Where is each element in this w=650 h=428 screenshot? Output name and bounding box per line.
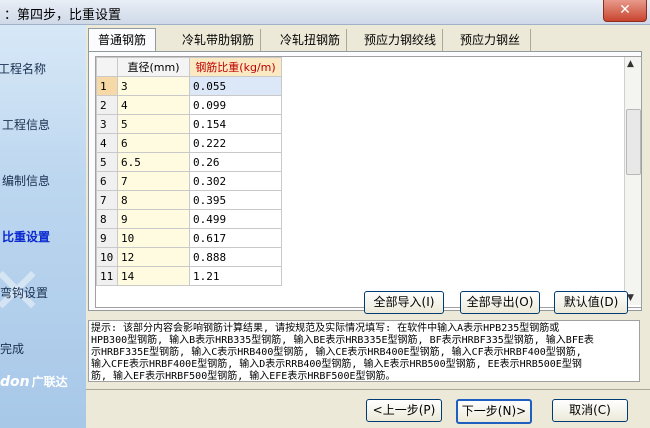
sidebar-item-weight-settings[interactable]: 比重设置 [2, 228, 50, 245]
table-row[interactable]: 10 12 0.888 [96, 247, 282, 267]
table-row[interactable]: 11 14 1.21 [96, 266, 282, 286]
table-row[interactable]: 3 5 0.154 [96, 114, 282, 134]
title-bar: ：第四步，比重设置 ✕ [0, 0, 650, 25]
weight-table: 直径(mm) 钢筋比重(kg/m) 1 3 0.055 2 4 0.099 3 5 0.15… [95, 56, 642, 308]
diameter-cell[interactable]: 10 [117, 228, 190, 248]
header-diameter: 直径(mm) [117, 57, 190, 77]
table-row[interactable]: 1 3 0.055 [96, 76, 282, 96]
diameter-cell[interactable]: 7 [117, 171, 190, 191]
tab-cold-rolled-twisted[interactable]: 冷轧扭钢筋 [274, 29, 347, 51]
diameter-cell[interactable]: 3 [117, 76, 190, 96]
corner-cell [96, 57, 118, 77]
weight-cell[interactable]: 0.302 [189, 171, 282, 191]
scroll-down-icon[interactable]: ▼ [627, 293, 634, 303]
weight-cell[interactable]: 0.617 [189, 228, 282, 248]
wizard-sidebar: ✕ 工程名称 工程信息 编制信息 比重设置 弯钩设置 完成 don 广联达 [0, 25, 86, 428]
tab-cold-rolled-ribbed[interactable]: 冷轧带肋钢筋 [176, 29, 261, 51]
tab-panel: 直径(mm) 钢筋比重(kg/m) 1 3 0.055 2 4 0.099 3 5 0.15… [88, 51, 642, 311]
import-all-button[interactable]: 全部导入(I) [364, 291, 444, 314]
weight-cell[interactable]: 0.055 [189, 76, 282, 96]
header-weight: 钢筋比重(kg/m) [189, 57, 282, 77]
table-row[interactable]: 2 4 0.099 [96, 95, 282, 115]
prev-step-button[interactable]: <上一步(P) [366, 399, 442, 422]
hint-line: 筋, 输入EF表示HRBF500型钢筋, 输入EFE表示HRBF500E型钢筋。 [91, 371, 396, 382]
close-button[interactable]: ✕ [603, 0, 647, 22]
sidebar-item-compile-info[interactable]: 编制信息 [2, 172, 50, 189]
default-button[interactable]: 默认值(D) [554, 291, 628, 314]
diameter-cell[interactable]: 6.5 [117, 152, 190, 172]
tab-prestressed-wire[interactable]: 预应力钢丝 [450, 29, 531, 51]
weight-cell[interactable]: 0.154 [189, 114, 282, 134]
cancel-button[interactable]: 取消(C) [552, 399, 628, 422]
hint-line: 输入CFE表示HRBF400E型钢筋, 输入D表示RRB400型钢筋, 输入E表… [91, 359, 582, 370]
table-row[interactable]: 6 7 0.302 [96, 171, 282, 191]
row-number: 1 [96, 76, 118, 96]
row-number: 4 [96, 133, 118, 153]
tab-ordinary-rebar[interactable]: 普通钢筋 [88, 28, 156, 53]
row-number: 9 [96, 228, 118, 248]
diameter-cell[interactable]: 9 [117, 209, 190, 229]
divider [86, 389, 650, 390]
tab-prestressed-strand[interactable]: 预应力钢绞线 [358, 29, 443, 51]
main-area: 普通钢筋 冷轧带肋钢筋 冷轧扭钢筋 预应力钢绞线 预应力钢丝 直径(mm) 钢筋… [86, 25, 650, 428]
brand-logo: don 广联达 [0, 374, 68, 390]
sidebar-item-hook-settings[interactable]: 弯钩设置 [0, 284, 48, 301]
vertical-scrollbar[interactable]: ▲ ▼ [624, 57, 641, 305]
row-number: 8 [96, 209, 118, 229]
scroll-thumb[interactable] [626, 109, 641, 175]
diameter-cell[interactable]: 12 [117, 247, 190, 267]
weight-cell[interactable]: 0.099 [189, 95, 282, 115]
table-row[interactable]: 9 10 0.617 [96, 228, 282, 248]
row-number: 10 [96, 247, 118, 267]
weight-cell[interactable]: 0.222 [189, 133, 282, 153]
diameter-cell[interactable]: 4 [117, 95, 190, 115]
row-number: 2 [96, 95, 118, 115]
table-row[interactable]: 5 6.5 0.26 [96, 152, 282, 172]
sidebar-item-project-info[interactable]: 工程信息 [2, 116, 50, 133]
table-row[interactable]: 7 8 0.395 [96, 190, 282, 210]
hint-line: 提示: 该部分内容会影响钢筋计算结果, 请按规范及实际情况填写: 在软件中输入A… [91, 323, 560, 334]
diameter-cell[interactable]: 6 [117, 133, 190, 153]
row-number: 5 [96, 152, 118, 172]
diameter-cell[interactable]: 8 [117, 190, 190, 210]
table-row[interactable]: 4 6 0.222 [96, 133, 282, 153]
window-title: ：第四步，比重设置 [4, 8, 122, 23]
diameter-cell[interactable]: 14 [117, 266, 190, 286]
hint-line: HPB300型钢筋, 输入B表示HRB335型钢筋, 输入BE表示HRB335E… [91, 335, 594, 346]
sidebar-item-project-name[interactable]: 工程名称 [0, 60, 46, 77]
weight-cell[interactable]: 1.21 [189, 266, 282, 286]
row-number: 3 [96, 114, 118, 134]
weight-cell[interactable]: 0.26 [189, 152, 282, 172]
export-all-button[interactable]: 全部导出(O) [460, 291, 540, 314]
row-number: 6 [96, 171, 118, 191]
diameter-cell[interactable]: 5 [117, 114, 190, 134]
row-number: 11 [96, 266, 118, 286]
row-number: 7 [96, 190, 118, 210]
weight-cell[interactable]: 0.499 [189, 209, 282, 229]
weight-cell[interactable]: 0.395 [189, 190, 282, 210]
sidebar-item-finish[interactable]: 完成 [0, 340, 24, 357]
table-row[interactable]: 8 9 0.499 [96, 209, 282, 229]
weight-cell[interactable]: 0.888 [189, 247, 282, 267]
hint-text: 提示: 该部分内容会影响钢筋计算结果, 请按规范及实际情况填写: 在软件中输入A… [88, 320, 640, 382]
next-step-button[interactable]: 下一步(N)> [456, 399, 532, 424]
hint-line: 示HRBF335E型钢筋, 输入C表示HRB400型钢筋, 输入CE表示HRB4… [91, 347, 582, 358]
scroll-up-icon[interactable]: ▲ [627, 59, 634, 69]
